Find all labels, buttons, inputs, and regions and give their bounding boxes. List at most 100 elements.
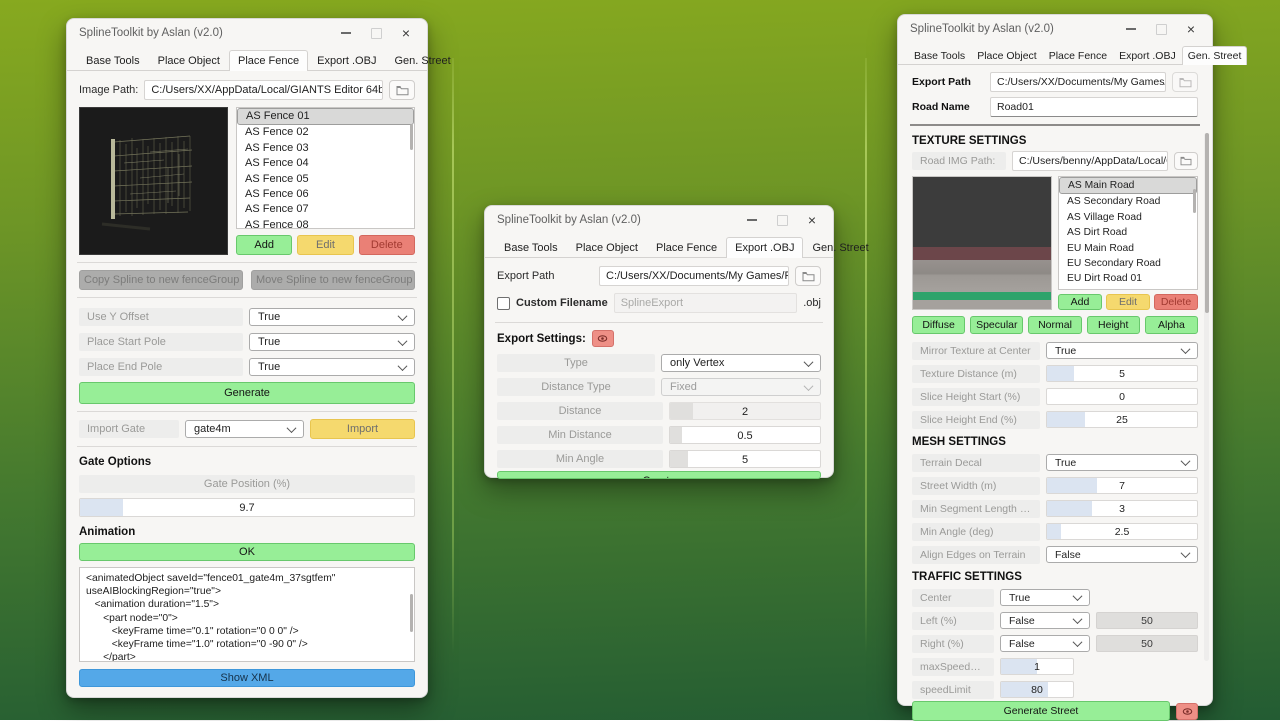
tab-place-fence[interactable]: Place Fence bbox=[1043, 46, 1113, 65]
titlebar[interactable]: SplineToolkit by Aslan (v2.0) × bbox=[485, 206, 833, 234]
maximize-button[interactable] bbox=[1146, 17, 1176, 41]
road-list-item[interactable]: EU Main Road bbox=[1059, 241, 1197, 256]
left-percent-dropdown[interactable]: False bbox=[1000, 612, 1090, 629]
browse-export-path-button[interactable] bbox=[795, 266, 821, 286]
road-name-input[interactable]: Road01 bbox=[990, 97, 1198, 117]
create-button[interactable]: Create bbox=[497, 471, 821, 479]
tab-place-object[interactable]: Place Object bbox=[567, 237, 647, 258]
tab-base-tools[interactable]: Base Tools bbox=[908, 46, 971, 65]
fence-list-item[interactable]: AS Fence 03 bbox=[237, 141, 414, 156]
min-angle-input[interactable]: 5 bbox=[669, 450, 821, 468]
fence-list-item[interactable]: AS Fence 05 bbox=[237, 172, 414, 187]
minimize-button[interactable] bbox=[737, 208, 767, 232]
generate-button[interactable]: Generate bbox=[79, 382, 415, 404]
place-start-pole-dropdown[interactable]: True bbox=[249, 333, 415, 351]
import-gate-button[interactable]: Import bbox=[310, 419, 415, 439]
place-end-pole-dropdown[interactable]: True bbox=[249, 358, 415, 376]
show-xml-button[interactable]: Show XML bbox=[79, 669, 415, 687]
slice-height-start-input[interactable]: 0 bbox=[1046, 388, 1198, 405]
copy-spline-button[interactable]: Copy Spline to new fenceGroup bbox=[79, 270, 243, 290]
texture-distance-input[interactable]: 5 bbox=[1046, 365, 1198, 382]
close-button[interactable]: × bbox=[391, 21, 421, 45]
tab-export-obj[interactable]: Export .OBJ bbox=[1113, 46, 1182, 65]
terrain-decal-dropdown[interactable]: True bbox=[1046, 454, 1198, 471]
gate-position-input[interactable]: 9.7 bbox=[79, 498, 415, 517]
align-edges-dropdown[interactable]: False bbox=[1046, 546, 1198, 563]
tab-place-object[interactable]: Place Object bbox=[149, 50, 229, 71]
filename-input[interactable]: SplineExport bbox=[614, 293, 798, 313]
min-segment-length-input[interactable]: 3 bbox=[1046, 500, 1198, 517]
tab-place-fence[interactable]: Place Fence bbox=[229, 50, 308, 71]
list-scrollbar[interactable] bbox=[1193, 189, 1197, 213]
fence-list-item[interactable]: AS Fence 04 bbox=[237, 156, 414, 171]
browse-export-path-button[interactable] bbox=[1172, 72, 1198, 92]
titlebar[interactable]: SplineToolkit by Aslan (v2.0) × bbox=[898, 15, 1212, 43]
use-y-offset-dropdown[interactable]: True bbox=[249, 308, 415, 326]
xml-output-box[interactable]: <animatedObject saveId="fence01_gate4m_3… bbox=[79, 567, 415, 662]
fence-list-item[interactable]: AS Fence 08 bbox=[237, 218, 414, 229]
tab-gen-street[interactable]: Gen. Street bbox=[385, 50, 459, 71]
panel-scrollbar-track[interactable] bbox=[1204, 133, 1209, 661]
diffuse-map-button[interactable]: Diffuse bbox=[912, 316, 965, 334]
edit-fence-button[interactable]: Edit bbox=[297, 235, 353, 255]
add-fence-button[interactable]: Add bbox=[236, 235, 292, 255]
road-list-item[interactable]: AS Dirt Road bbox=[1059, 225, 1197, 240]
panel-scrollbar-thumb[interactable] bbox=[1205, 133, 1209, 313]
specular-map-button[interactable]: Specular bbox=[970, 316, 1023, 334]
close-button[interactable]: × bbox=[797, 208, 827, 232]
min-angle-input[interactable]: 2.5 bbox=[1046, 523, 1198, 540]
tab-export-obj[interactable]: Export .OBJ bbox=[308, 50, 385, 71]
export-path-input[interactable]: C:/Users/XX/Documents/My Games/FarmingSi… bbox=[599, 266, 789, 286]
browse-image-path-button[interactable] bbox=[389, 80, 415, 100]
maximize-button[interactable] bbox=[361, 21, 391, 45]
tab-gen-street[interactable]: Gen. Street bbox=[1182, 46, 1248, 65]
edit-road-button[interactable]: Edit bbox=[1106, 294, 1150, 310]
speed-limit-input[interactable]: 80 bbox=[1000, 681, 1074, 698]
normal-map-button[interactable]: Normal bbox=[1028, 316, 1081, 334]
image-path-input[interactable]: C:/Users/XX/AppData/Local/GIANTS Editor … bbox=[144, 80, 383, 100]
road-list-item[interactable]: EU Secondary Road bbox=[1059, 256, 1197, 271]
maximize-button[interactable] bbox=[767, 208, 797, 232]
tab-export-obj[interactable]: Export .OBJ bbox=[726, 237, 803, 258]
fence-list-item[interactable]: AS Fence 01 bbox=[238, 109, 413, 124]
gate-dropdown[interactable]: gate4m bbox=[185, 420, 304, 438]
tab-base-tools[interactable]: Base Tools bbox=[495, 237, 567, 258]
preview-toggle-button[interactable] bbox=[1176, 703, 1198, 720]
right-percent-dropdown[interactable]: False bbox=[1000, 635, 1090, 652]
minimize-button[interactable] bbox=[1116, 17, 1146, 41]
road-list-item[interactable]: EU Dirt Road 02 bbox=[1059, 287, 1197, 290]
generate-street-button[interactable]: Generate Street bbox=[912, 701, 1170, 721]
custom-filename-checkbox[interactable] bbox=[497, 297, 510, 310]
min-distance-input[interactable]: 0.5 bbox=[669, 426, 821, 444]
fence-list-item[interactable]: AS Fence 06 bbox=[237, 187, 414, 202]
road-img-path-input[interactable]: C:/Users/benny/AppData/Local/GIANTS Edi bbox=[1012, 151, 1168, 171]
center-dropdown[interactable]: True bbox=[1000, 589, 1090, 606]
list-scrollbar[interactable] bbox=[410, 124, 414, 150]
minimize-button[interactable] bbox=[331, 21, 361, 45]
tab-place-object[interactable]: Place Object bbox=[971, 46, 1043, 65]
close-button[interactable]: × bbox=[1176, 17, 1206, 41]
road-list-item[interactable]: AS Main Road bbox=[1060, 178, 1196, 193]
alpha-map-button[interactable]: Alpha bbox=[1145, 316, 1198, 334]
titlebar[interactable]: SplineToolkit by Aslan (v2.0) × bbox=[67, 19, 427, 47]
tab-base-tools[interactable]: Base Tools bbox=[77, 50, 149, 71]
road-list-item[interactable]: AS Secondary Road bbox=[1059, 194, 1197, 209]
distance-input[interactable]: 2 bbox=[669, 402, 821, 420]
browse-road-img-button[interactable] bbox=[1174, 152, 1198, 170]
add-road-button[interactable]: Add bbox=[1058, 294, 1102, 310]
height-map-button[interactable]: Height bbox=[1087, 316, 1140, 334]
mirror-texture-dropdown[interactable]: True bbox=[1046, 342, 1198, 359]
distance-type-dropdown[interactable]: Fixed bbox=[661, 378, 821, 396]
export-path-input[interactable]: C:/Users/XX/Documents/My Games/FarmingSi… bbox=[990, 72, 1166, 92]
xml-scrollbar[interactable] bbox=[410, 594, 414, 632]
preview-toggle-button[interactable] bbox=[592, 330, 614, 347]
move-spline-button[interactable]: Move Spline to new fenceGroup bbox=[251, 270, 415, 290]
fence-list-item[interactable]: AS Fence 02 bbox=[237, 125, 414, 140]
max-speed-scale-input[interactable]: 1 bbox=[1000, 658, 1074, 675]
tab-place-fence[interactable]: Place Fence bbox=[647, 237, 726, 258]
delete-fence-button[interactable]: Delete bbox=[359, 235, 415, 255]
tab-gen-street[interactable]: Gen. Street bbox=[803, 237, 877, 258]
type-dropdown[interactable]: only Vertex bbox=[661, 354, 821, 372]
slice-height-end-input[interactable]: 25 bbox=[1046, 411, 1198, 428]
road-list-item[interactable]: EU Dirt Road 01 bbox=[1059, 271, 1197, 286]
